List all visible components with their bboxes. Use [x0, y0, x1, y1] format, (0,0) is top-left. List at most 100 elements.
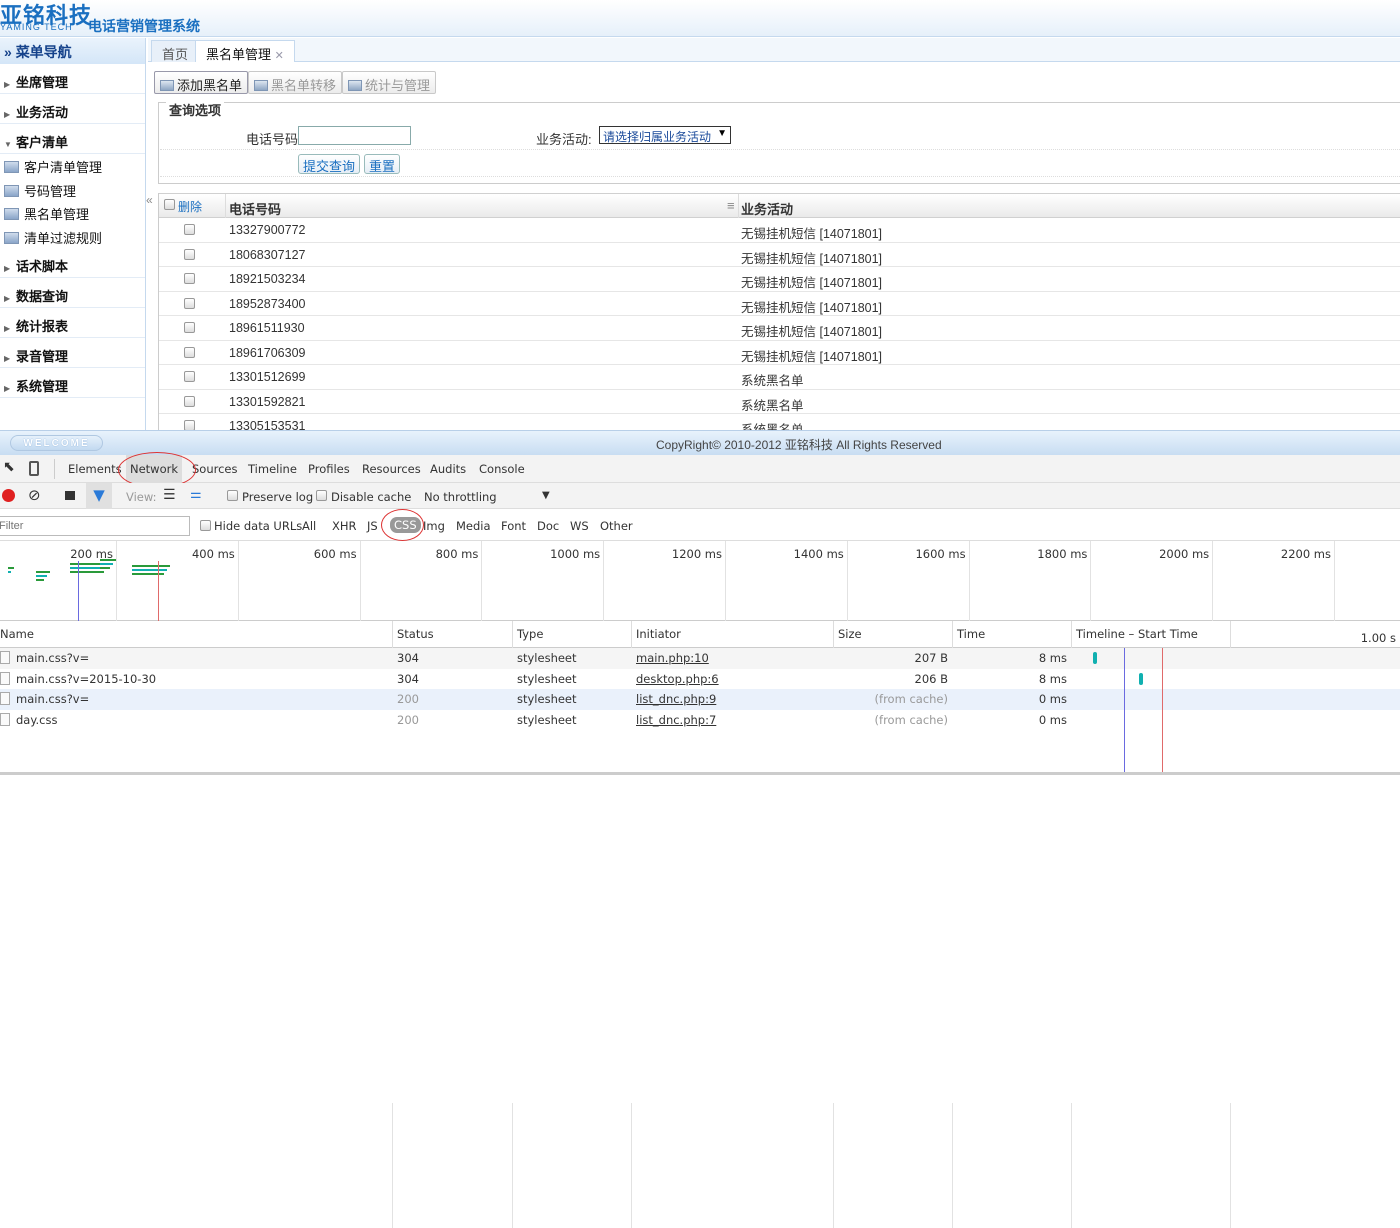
filter-type[interactable]: Img [423, 519, 445, 533]
hide-data-urls-checkbox[interactable] [200, 520, 211, 531]
row-checkbox[interactable] [184, 248, 195, 260]
table-row[interactable]: 18921503234 无锡挂机短信 [14071801] [159, 267, 1400, 292]
row-checkbox[interactable] [184, 273, 195, 284]
filter-type[interactable]: XHR [332, 519, 357, 533]
screenshot-icon[interactable] [65, 491, 75, 500]
inspect-icon[interactable]: ⬉ [3, 459, 15, 475]
column-header[interactable]: Status [392, 621, 512, 648]
filter-type[interactable]: Font [501, 519, 526, 533]
sidebar-group[interactable]: ▶ 坐席管理 [0, 64, 145, 94]
sidebar-group[interactable]: ▶ 话术脚本 [0, 248, 145, 278]
filter-type[interactable]: All [302, 519, 316, 533]
delete-link[interactable]: 删除 [178, 198, 202, 215]
table-row[interactable]: 18952873400 无锡挂机短信 [14071801] [159, 292, 1400, 316]
request-size: (from cache) [874, 712, 948, 727]
request-row[interactable]: main.css?v=2015-10-30 304 stylesheet des… [0, 668, 1400, 689]
column-header[interactable]: Size [833, 621, 952, 648]
submit-query-button[interactable]: 提交查询 [298, 154, 361, 174]
initiator-link[interactable]: list_dnc.php:9 [636, 692, 716, 706]
filter-type[interactable]: JS [367, 519, 378, 533]
devtools-tab[interactable]: Audits [430, 462, 466, 476]
app-header: 亚铭科技 YAMING TECH 电话营销管理系统 [0, 0, 1400, 37]
device-mode-icon[interactable] [29, 461, 39, 476]
activity-select[interactable]: 请选择归属业务活动 ▼ [599, 126, 731, 144]
blacklist-table: 删除 电话号码 ≡ 业务活动 13327900772 无锡挂机短信 [140718… [158, 193, 1400, 430]
filter-type[interactable]: WS [570, 519, 589, 533]
row-checkbox[interactable] [184, 224, 195, 235]
sidebar-group[interactable]: ▶ 业务活动 [0, 94, 145, 124]
filter-input[interactable] [0, 516, 190, 536]
request-status: 200 [397, 712, 419, 727]
table-row[interactable]: 13327900772 无锡挂机短信 [14071801] [159, 218, 1400, 243]
column-header[interactable]: Name [0, 621, 392, 648]
table-row[interactable]: 18961511930 无锡挂机短信 [14071801] [159, 316, 1400, 341]
sidebar-item[interactable]: 清单过滤规则 [0, 225, 145, 249]
column-header[interactable]: Timeline – Start Time [1071, 621, 1230, 648]
filter-icon[interactable]: ▼ [86, 483, 112, 509]
tab-blacklist[interactable]: 黑名单管理 ✕ [195, 40, 295, 62]
column-header-activity[interactable]: 业务活动 [741, 199, 793, 218]
devtools-tab[interactable]: Resources [362, 462, 421, 476]
stats-manage-button[interactable]: 统计与管理 [342, 71, 437, 94]
preserve-log-checkbox[interactable] [227, 490, 238, 501]
sidebar-group[interactable]: ▶ 录音管理 [0, 338, 145, 368]
initiator-link[interactable]: list_dnc.php:7 [636, 713, 716, 727]
waterfall-icon[interactable]: ⚌ [190, 487, 202, 502]
divider [160, 176, 1400, 177]
table-row[interactable]: 13301592821 系统黑名单 [159, 390, 1400, 414]
large-rows-icon[interactable]: ☰ [163, 487, 176, 503]
overview-tick-label: 1200 ms [671, 547, 722, 561]
devtools-tabbar: ⬉ Elements Network Sources Timeline Profiles… [0, 455, 1400, 483]
table-row[interactable]: 13305153531 系统黑名单 [159, 414, 1400, 430]
record-icon[interactable] [2, 489, 15, 502]
column-menu-icon[interactable]: ≡ [727, 198, 735, 213]
transfer-blacklist-button[interactable]: 黑名单转移 [248, 71, 343, 94]
sidebar-item[interactable]: 号码管理 [0, 178, 145, 202]
devtools-tab[interactable]: Profiles [308, 462, 350, 476]
devtools-tab[interactable]: Timeline [248, 462, 297, 476]
initiator-link[interactable]: desktop.php:6 [636, 672, 719, 686]
row-checkbox[interactable] [184, 371, 195, 382]
sidebar-item[interactable]: 客户清单管理 [0, 154, 145, 178]
sidebar-group[interactable]: ▼ 客户清单 [0, 124, 145, 154]
phone-cell: 13305153531 [229, 419, 306, 430]
request-row[interactable]: main.css?v= 304 stylesheet main.php:10 2… [0, 648, 1400, 669]
row-checkbox[interactable] [184, 346, 195, 358]
disable-cache-checkbox[interactable] [316, 490, 327, 501]
row-checkbox[interactable] [184, 297, 195, 309]
close-icon[interactable]: ✕ [275, 50, 284, 62]
sidebar-group[interactable]: ▶ 统计报表 [0, 308, 145, 338]
table-row[interactable]: 13301512699 系统黑名单 [159, 365, 1400, 390]
request-row[interactable]: main.css?v= 200 stylesheet list_dnc.php:… [0, 689, 1400, 710]
select-all-checkbox[interactable] [164, 199, 175, 210]
sidebar-group[interactable]: ▶ 数据查询 [0, 278, 145, 308]
throttling-select[interactable]: No throttling [424, 490, 497, 504]
devtools-tab[interactable]: Console [479, 462, 525, 476]
sidebar-item[interactable]: 黑名单管理 [0, 201, 145, 225]
column-header[interactable]: Type [512, 621, 631, 648]
sidebar-group[interactable]: ▶ 系统管理 [0, 368, 145, 398]
filter-type[interactable]: Doc [537, 519, 559, 533]
clear-icon[interactable]: ⊘ [28, 486, 41, 504]
table-row[interactable]: 18068307127 无锡挂机短信 [14071801] [159, 243, 1400, 267]
filter-type[interactable]: Other [600, 519, 633, 533]
table-row[interactable]: 18961706309 无锡挂机短信 [14071801] [159, 341, 1400, 365]
initiator-link[interactable]: main.php:10 [636, 651, 709, 665]
filter-type[interactable]: Media [456, 519, 491, 533]
add-blacklist-button[interactable]: 添加黑名单 [154, 71, 249, 94]
overview-timeline: 200 ms 400 ms 600 ms 800 ms 1000 ms 1200 ms 14… [0, 541, 1400, 621]
column-header[interactable]: Initiator [631, 621, 833, 648]
column-header[interactable]: Time [952, 621, 1071, 648]
column-header-phone[interactable]: 电话号码 [229, 199, 281, 218]
row-checkbox[interactable] [184, 395, 195, 407]
phone-input[interactable] [298, 126, 411, 145]
devtools-tab[interactable]: Sources [192, 462, 238, 476]
dropdown-arrow-icon[interactable]: ▼ [542, 490, 550, 501]
reset-button[interactable]: 重置 [364, 154, 401, 174]
tab-home[interactable]: 首页 [151, 40, 200, 62]
devtools-tab[interactable]: Elements [68, 462, 122, 476]
row-checkbox[interactable] [184, 420, 195, 430]
request-row[interactable]: day.css 200 stylesheet list_dnc.php:7 (f… [0, 709, 1400, 730]
collapse-sidebar-button[interactable]: « [146, 193, 158, 217]
row-checkbox[interactable] [184, 322, 195, 333]
